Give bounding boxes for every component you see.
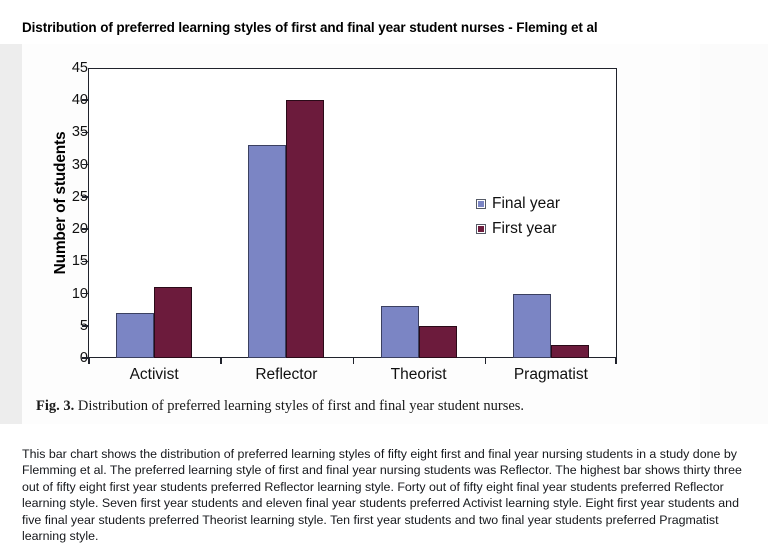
figure-number: Fig. 3. [36,398,75,414]
figure-right-margin-band [700,44,768,424]
legend-swatch-icon [476,198,486,209]
x-axis-tick-mark [88,358,90,364]
bar-chart: Number of students 051015202530354045 Ac… [22,44,702,399]
x-axis-tick-mark [484,358,487,364]
bar-reflector-final-year [248,145,287,358]
x-axis-tick-mark [220,358,222,364]
x-axis-tick-mark [615,358,617,364]
legend-label: Final year [492,194,561,212]
y-axis: 051015202530354045 [46,61,88,365]
legend-item-final-year: Final year [476,192,607,215]
x-axis-tick-label-theorist: Theorist [390,366,447,383]
bar-theorist-final-year [380,306,419,358]
x-axis-tick-mark [352,358,355,364]
legend-label: First year [492,219,557,237]
bar-pragmatist-final-year [512,293,551,358]
legend-item-first-year: First year [476,217,607,240]
chart-description-paragraph: This bar chart shows the distribution of… [22,447,742,544]
legend-swatch-icon [476,223,486,234]
x-axis-tick-label-reflector: Reflector [255,366,318,383]
x-axis-tick-label-pragmatist: Pragmatist [513,366,588,383]
bar-activist-first-year [154,287,193,358]
bar-reflector-first-year [286,100,325,358]
figure-block: Number of students 051015202530354045 Ac… [0,44,768,424]
bar-pragmatist-first-year [550,345,589,358]
chart-legend: Final year First year [476,192,607,242]
bar-theorist-first-year [418,325,457,358]
figure-caption-text: Distribution of preferred learning style… [74,398,525,414]
page-title: Distribution of preferred learning style… [22,20,598,35]
figure-left-margin-band [0,44,22,424]
bar-activist-final-year [116,312,155,358]
x-axis-tick-label-activist: Activist [129,366,179,383]
x-axis: Activist Reflector Theorist Pragmatist [88,358,617,394]
figure-caption: Fig. 3. Distribution of preferred learni… [36,398,736,415]
y-axis-tick-label: 45 [71,60,88,76]
